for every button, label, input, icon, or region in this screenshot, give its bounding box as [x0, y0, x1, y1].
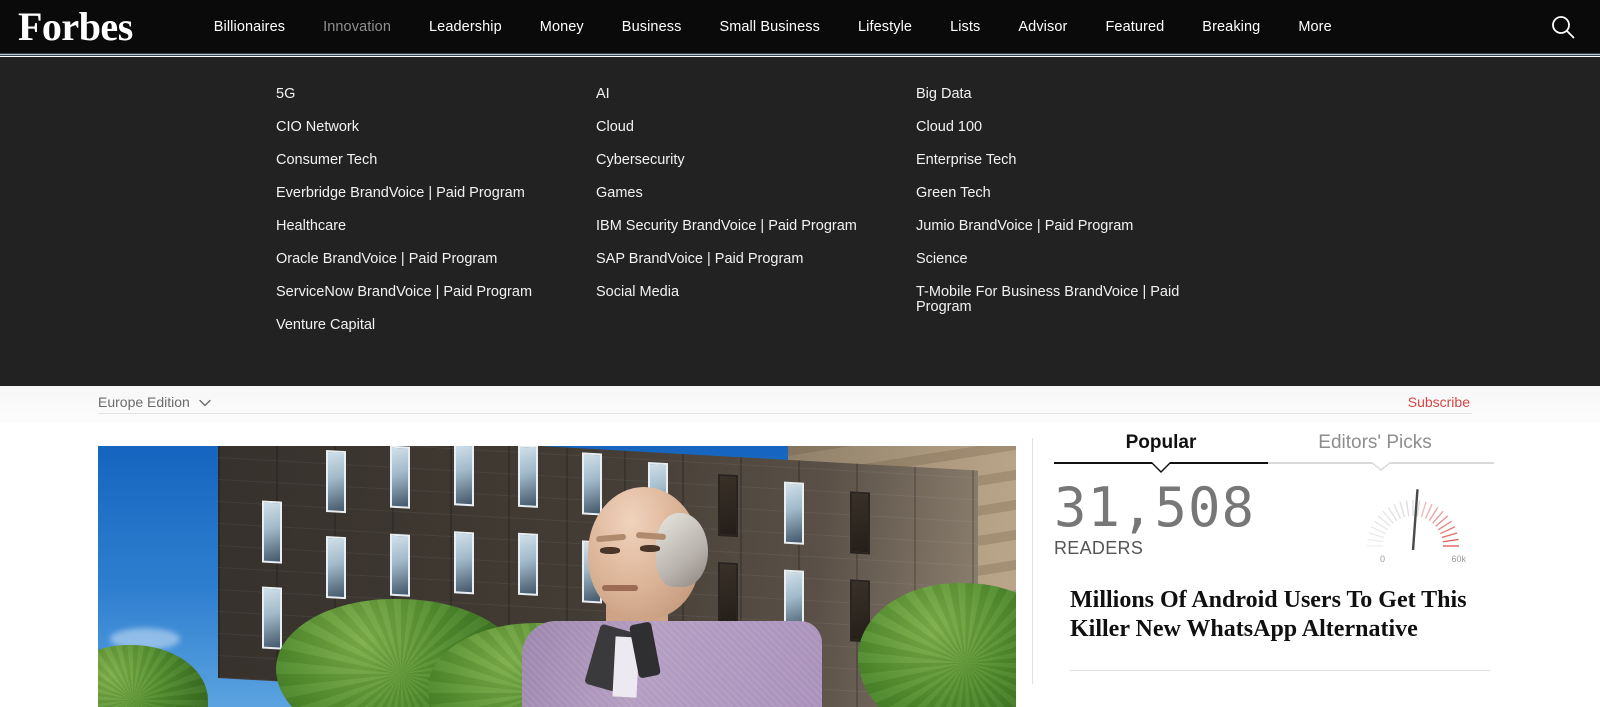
header-divider	[0, 53, 1600, 56]
nav-item-innovation[interactable]: Innovation	[304, 19, 410, 35]
forbes-logo[interactable]: Forbes	[18, 6, 133, 47]
nav-item-money[interactable]: Money	[521, 19, 603, 35]
sidebar-vertical-divider	[1032, 438, 1033, 684]
mega-link-ai[interactable]: AI	[596, 87, 896, 102]
mega-link-big-data[interactable]: Big Data	[916, 87, 1216, 102]
primary-nav: Billionaires Innovation Leadership Money…	[195, 19, 1351, 35]
mega-link-science[interactable]: Science	[916, 252, 1216, 267]
nav-item-lists[interactable]: Lists	[931, 19, 999, 35]
mega-link-cloud-100[interactable]: Cloud 100	[916, 120, 1216, 135]
tab-notch-inactive-fill	[1371, 462, 1390, 469]
site-header: Forbes Billionaires Innovation Leadershi…	[0, 0, 1600, 53]
edition-bar-divider	[98, 413, 1472, 414]
mega-link-5g[interactable]: 5G	[276, 87, 576, 102]
nav-item-small-business[interactable]: Small Business	[700, 19, 839, 35]
mega-link-ibm-security-brandvoice[interactable]: IBM Security BrandVoice | Paid Program	[596, 219, 896, 234]
edition-selector[interactable]: Europe Edition	[98, 394, 211, 410]
mega-link-sap-brandvoice[interactable]: SAP BrandVoice | Paid Program	[596, 252, 896, 267]
edition-label: Europe Edition	[98, 394, 190, 410]
popular-sidebar: Popular Editors' Picks 31,508 READERS 0 …	[1032, 432, 1502, 707]
mega-menu-column-2: AI Cloud Cybersecurity Games IBM Securit…	[596, 87, 916, 351]
mega-link-green-tech[interactable]: Green Tech	[916, 186, 1216, 201]
tab-notch-active-fill	[1152, 462, 1170, 471]
subscribe-link[interactable]: Subscribe	[1408, 394, 1470, 410]
nav-item-billionaires[interactable]: Billionaires	[195, 19, 304, 35]
mega-link-consumer-tech[interactable]: Consumer Tech	[276, 153, 576, 168]
mega-link-social-media[interactable]: Social Media	[596, 285, 896, 300]
mega-link-oracle-brandvoice[interactable]: Oracle BrandVoice | Paid Program	[276, 252, 576, 267]
hero-article-image[interactable]	[98, 446, 1016, 707]
mega-link-games[interactable]: Games	[596, 186, 896, 201]
person-portrait	[522, 481, 850, 707]
reader-count-label: READERS	[1054, 538, 1144, 558]
popular-article-headline[interactable]: Millions Of Android Users To Get This Ki…	[1070, 586, 1490, 644]
readers-gauge-chart: 0 60k	[1354, 478, 1472, 564]
gauge-min-label: 0	[1380, 554, 1386, 564]
nav-item-advisor[interactable]: Advisor	[999, 19, 1086, 35]
edition-bar: Europe Edition Subscribe	[0, 386, 1600, 422]
nav-item-leadership[interactable]: Leadership	[410, 19, 521, 35]
nav-item-featured[interactable]: Featured	[1086, 19, 1183, 35]
mega-link-enterprise-tech[interactable]: Enterprise Tech	[916, 153, 1216, 168]
mega-link-healthcare[interactable]: Healthcare	[276, 219, 576, 234]
mega-link-everbridge-brandvoice[interactable]: Everbridge BrandVoice | Paid Program	[276, 186, 576, 201]
mega-link-cloud[interactable]: Cloud	[596, 120, 896, 135]
tab-popular[interactable]: Popular	[1054, 432, 1268, 462]
nav-item-breaking[interactable]: Breaking	[1183, 19, 1279, 35]
search-icon[interactable]	[1548, 12, 1578, 42]
mega-link-cio-network[interactable]: CIO Network	[276, 120, 576, 135]
main-content: Popular Editors' Picks 31,508 READERS 0 …	[0, 432, 1600, 707]
gauge-max-label: 60k	[1451, 554, 1466, 564]
mega-link-cybersecurity[interactable]: Cybersecurity	[596, 153, 896, 168]
sidebar-tabs: Popular Editors' Picks	[1054, 432, 1494, 476]
sidebar-horizontal-divider	[1070, 670, 1490, 671]
reader-count-block: 31,508 READERS	[1054, 480, 1255, 559]
mega-menu-column-3: Big Data Cloud 100 Enterprise Tech Green…	[916, 87, 1276, 351]
mega-menu-column-1: 5G CIO Network Consumer Tech Everbridge …	[276, 87, 596, 351]
tab-underline-group	[1054, 462, 1494, 476]
mega-link-jumio-brandvoice[interactable]: Jumio BrandVoice | Paid Program	[916, 219, 1216, 234]
nav-item-more[interactable]: More	[1279, 19, 1350, 35]
nav-item-lifestyle[interactable]: Lifestyle	[839, 19, 931, 35]
tab-editors-picks[interactable]: Editors' Picks	[1268, 432, 1482, 462]
innovation-mega-menu: 5G CIO Network Consumer Tech Everbridge …	[0, 57, 1600, 386]
reader-count-value: 31,508	[1054, 476, 1256, 539]
mega-link-servicenow-brandvoice[interactable]: ServiceNow BrandVoice | Paid Program	[276, 285, 576, 300]
mega-link-tmobile-brandvoice[interactable]: T-Mobile For Business BrandVoice | Paid …	[916, 285, 1201, 315]
nav-item-business[interactable]: Business	[603, 19, 701, 35]
mega-link-venture-capital[interactable]: Venture Capital	[276, 318, 576, 333]
chevron-down-icon	[199, 394, 211, 410]
